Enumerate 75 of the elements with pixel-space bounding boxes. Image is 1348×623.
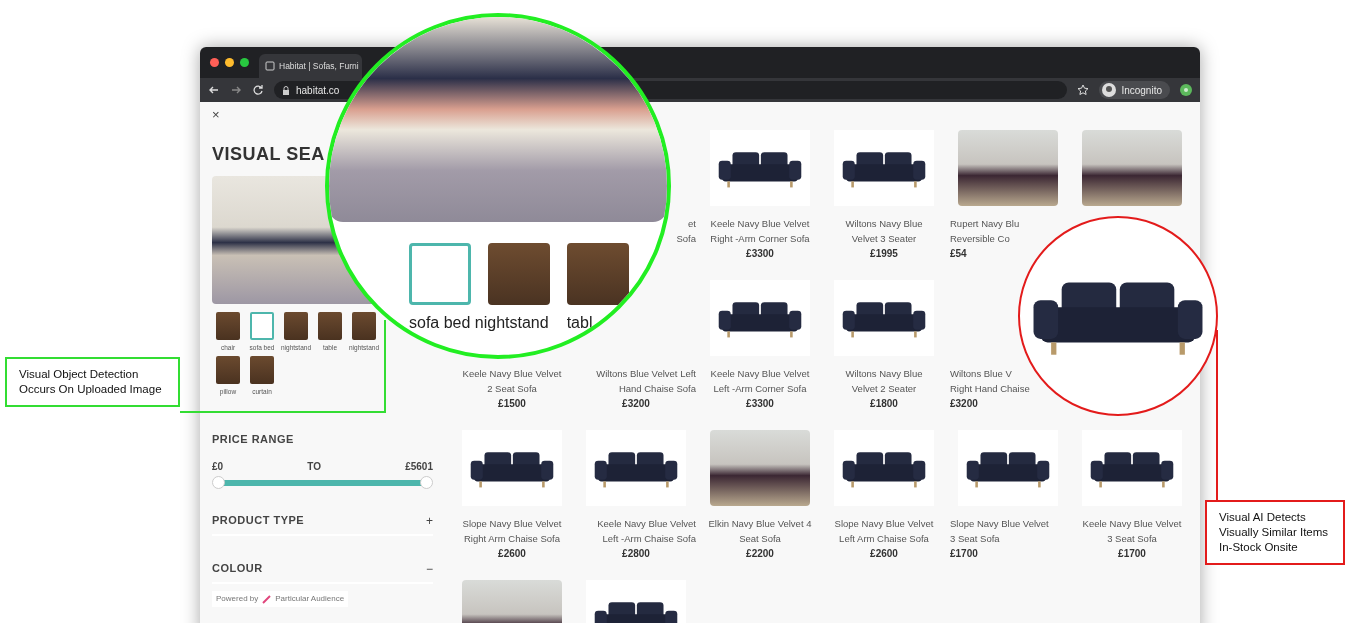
price-max: £5601 xyxy=(405,460,433,474)
back-icon[interactable] xyxy=(208,84,220,96)
room-photo[interactable] xyxy=(958,130,1058,206)
sofa-photo[interactable] xyxy=(834,430,934,506)
product-price: £2600 xyxy=(870,547,898,561)
toggle-button[interactable]: + xyxy=(426,512,433,530)
product-price: £3300 xyxy=(746,397,774,411)
product-name[interactable]: et Sofa xyxy=(676,216,698,246)
callout-box: Visual Object Detection Occurs On Uploaded Image xyxy=(5,357,180,407)
toggle-button[interactable]: − xyxy=(426,560,433,578)
sofa-photo[interactable] xyxy=(1082,430,1182,506)
product-name[interactable]: Wiltons Navy Blue Velvet 3 Seater xyxy=(845,216,923,246)
product-name[interactable]: Keele Navy Blue Velvet 3 Seat Sofa xyxy=(1082,516,1182,546)
product-name[interactable]: Slope Navy Blue Velvet Right Arm Chaise Sofa xyxy=(462,516,562,546)
product-price: £2200 xyxy=(746,547,774,561)
object-label: sofa bed nightstand xyxy=(409,313,549,333)
product-name[interactable]: Keele Navy Blue Velvet Left -Arm Chaise Sofa xyxy=(597,516,698,546)
reload-icon[interactable] xyxy=(252,84,264,96)
brush-icon xyxy=(262,594,272,604)
product-price: £54 xyxy=(949,247,967,261)
panel-title: VISUAL SEA xyxy=(212,143,326,166)
room-photo[interactable] xyxy=(710,430,810,506)
browser-tab[interactable]: Habitat | Sofas, Furni xyxy=(259,54,362,78)
product-name[interactable]: Keele Navy Blue Velvet 2 Seat Sofa xyxy=(462,366,562,396)
product-name[interactable]: Wiltons Blue Velvet Left Hand Chaise Sofa xyxy=(596,366,698,396)
sofa-photo[interactable] xyxy=(710,130,810,206)
object-thumbnail[interactable] xyxy=(567,243,629,305)
object-thumbnail[interactable] xyxy=(409,243,471,305)
powered-by-text: Powered by xyxy=(216,593,259,605)
forward-icon[interactable] xyxy=(230,84,242,96)
incognito-icon xyxy=(1102,83,1117,97)
sofa-photo[interactable] xyxy=(710,280,810,356)
product-price: £3200 xyxy=(622,397,650,411)
object-thumbnail[interactable] xyxy=(488,243,550,305)
page-icon xyxy=(265,61,275,71)
product-name[interactable]: Slope Navy Blue Velvet Left Arm Chaise Sofa xyxy=(834,516,934,546)
product-price: £1700 xyxy=(1118,547,1146,561)
product-name[interactable]: Elkin Navy Blue Velvet 4 Seat Sofa xyxy=(708,516,812,546)
product-name[interactable]: Wiltons Blue V Right Hand Chaise xyxy=(946,366,1030,396)
close-button[interactable]: × xyxy=(212,108,222,121)
close-window-button[interactable] xyxy=(210,58,219,67)
product-name[interactable]: Slope Navy Blue Velvet 3 Seat Sofa xyxy=(946,516,1049,546)
product-price: £1500 xyxy=(498,397,526,411)
filter-title: PRODUCT TYPE xyxy=(212,513,305,528)
price-separator: TO xyxy=(307,460,321,474)
sofa-photo[interactable] xyxy=(834,130,934,206)
sofa-photo[interactable] xyxy=(834,280,934,356)
product-price: £3300 xyxy=(746,247,774,261)
sofa-photo[interactable] xyxy=(958,430,1058,506)
object-label: tabl xyxy=(566,313,593,333)
section-title: PRICE RANGE xyxy=(212,431,295,447)
lock-icon xyxy=(282,85,290,95)
product-price: £2800 xyxy=(622,547,650,561)
minimize-button[interactable] xyxy=(225,58,234,67)
product-price: £3200 xyxy=(949,397,978,411)
profile-button[interactable]: Incognito xyxy=(1099,81,1170,99)
product-name[interactable]: Keele Navy Blue Velvet Left -Arm Corner Sofa xyxy=(710,366,810,396)
callout-box: Visual AI Detects Visually Similar Items In-Stock Onsite xyxy=(1205,500,1345,565)
maximize-button[interactable] xyxy=(240,58,249,67)
price-slider[interactable] xyxy=(212,476,433,490)
product-name[interactable]: Rupert Navy Blu Reversible Co xyxy=(946,216,1020,246)
brand-name: Particular Audience xyxy=(275,593,345,605)
product-price: £1800 xyxy=(870,397,898,411)
room-photo[interactable] xyxy=(1082,130,1182,206)
price-min: £0 xyxy=(212,460,224,474)
product-price: £1995 xyxy=(870,247,898,261)
sofa-photo[interactable] xyxy=(586,430,686,506)
product-name[interactable]: Wiltons Navy Blue Velvet 2 Seater xyxy=(845,366,923,396)
product-price: £2600 xyxy=(498,547,526,561)
sofa-photo[interactable] xyxy=(462,430,562,506)
filter-title: COLOUR xyxy=(212,561,263,576)
product-price: £1700 xyxy=(949,547,978,561)
product-name[interactable]: Keele Navy Blue Velvet Right -Arm Corner Sofa xyxy=(710,216,810,246)
star-icon[interactable] xyxy=(1077,84,1090,96)
extension-icon[interactable] xyxy=(1180,84,1192,96)
